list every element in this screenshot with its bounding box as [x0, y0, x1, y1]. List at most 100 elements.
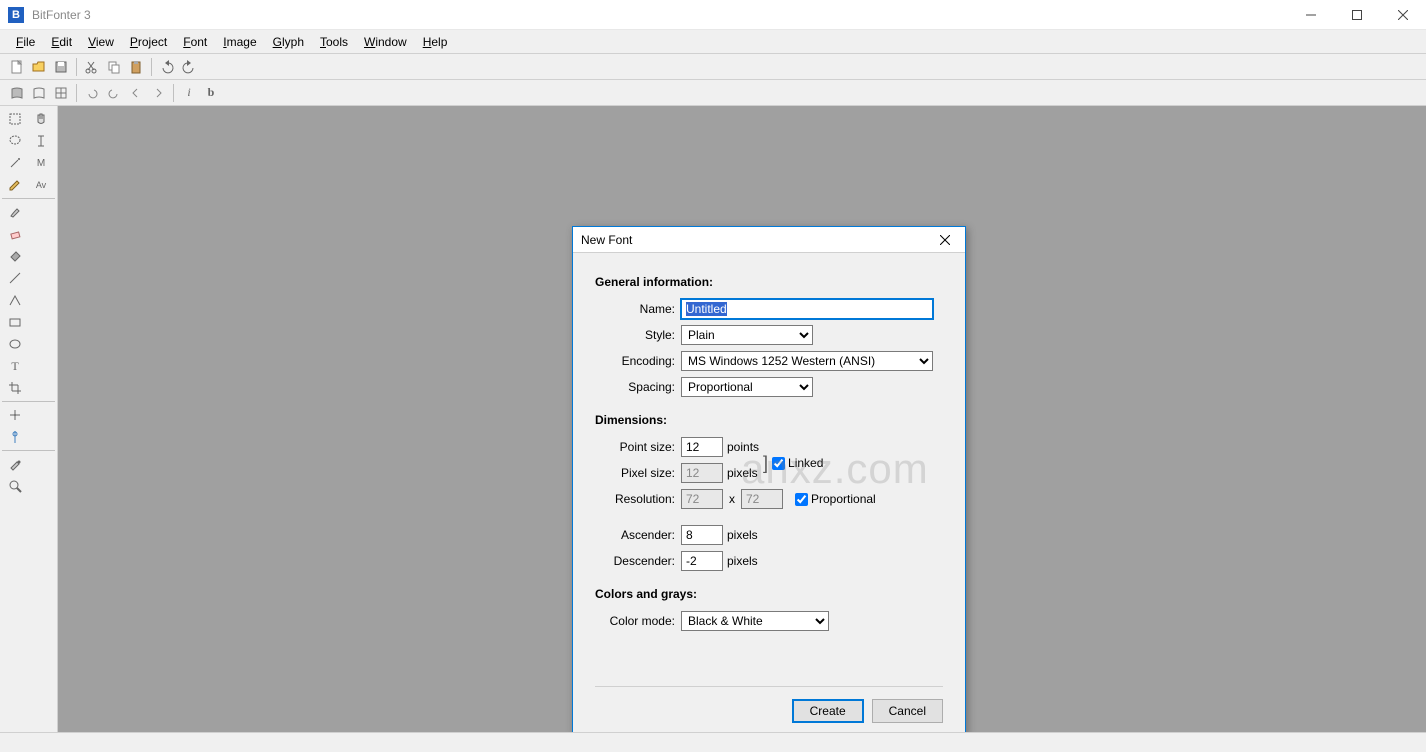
section-general-heading: General information:: [595, 275, 943, 289]
minimize-button[interactable]: [1288, 0, 1334, 30]
point-size-input[interactable]: [681, 437, 723, 457]
marquee-icon[interactable]: [2, 108, 28, 130]
resolution-label: Resolution:: [595, 492, 681, 506]
menu-image[interactable]: Image: [215, 33, 264, 51]
menu-help[interactable]: Help: [415, 33, 456, 51]
menu-edit[interactable]: Edit: [43, 33, 80, 51]
spacer: [28, 289, 54, 311]
pencil-icon[interactable]: [2, 174, 28, 196]
new-file-icon[interactable]: [6, 56, 28, 78]
pixel-size-units: pixels: [727, 466, 758, 480]
book-outline-icon[interactable]: [28, 82, 50, 104]
bracket-icon: ]: [763, 453, 768, 474]
descender-label: Descender:: [595, 554, 681, 568]
dialog-close-button[interactable]: [933, 228, 957, 252]
ascender-label: Ascender:: [595, 528, 681, 542]
resolution-y-input: [741, 489, 783, 509]
encoding-label: Encoding:: [595, 354, 681, 368]
hand-icon[interactable]: [28, 108, 54, 130]
name-input[interactable]: [681, 299, 933, 319]
grid-icon[interactable]: [50, 82, 72, 104]
back-icon[interactable]: [125, 82, 147, 104]
cancel-button[interactable]: Cancel: [872, 699, 943, 723]
style-label: Style:: [595, 328, 681, 342]
line-icon[interactable]: [2, 267, 28, 289]
guide-icon[interactable]: [2, 426, 28, 448]
resolution-x-input: [681, 489, 723, 509]
paste-icon[interactable]: [125, 56, 147, 78]
wand-icon[interactable]: [2, 152, 28, 174]
lasso-icon[interactable]: [2, 130, 28, 152]
dialog-title: New Font: [581, 233, 933, 247]
spacing-select[interactable]: Proportional: [681, 377, 813, 397]
menu-view[interactable]: View: [80, 33, 122, 51]
spacer: [28, 267, 54, 289]
menu-window[interactable]: Window: [356, 33, 415, 51]
style-select[interactable]: Plain: [681, 325, 813, 345]
zoom-icon[interactable]: [2, 475, 28, 497]
fill-icon[interactable]: [2, 245, 28, 267]
statusbar: [0, 732, 1426, 752]
eyedropper-icon[interactable]: [2, 453, 28, 475]
bold-icon[interactable]: b: [200, 82, 222, 104]
redo-small-icon[interactable]: [103, 82, 125, 104]
ellipse-icon[interactable]: [2, 333, 28, 355]
color-mode-select[interactable]: Black & White: [681, 611, 829, 631]
point-size-units: points: [727, 440, 759, 454]
crop-icon[interactable]: [2, 377, 28, 399]
info-icon[interactable]: i: [178, 82, 200, 104]
undo-icon[interactable]: [156, 56, 178, 78]
create-button[interactable]: Create: [792, 699, 864, 723]
open-file-icon[interactable]: [28, 56, 50, 78]
type-icon[interactable]: T: [2, 355, 28, 377]
rect-icon[interactable]: [2, 311, 28, 333]
toolbar-main: [0, 54, 1426, 80]
encoding-select[interactable]: MS Windows 1252 Western (ANSI): [681, 351, 933, 371]
menu-font[interactable]: Font: [175, 33, 215, 51]
section-dimensions-heading: Dimensions:: [595, 413, 943, 427]
eraser-icon[interactable]: [2, 223, 28, 245]
cut-icon[interactable]: [81, 56, 103, 78]
spacer: [28, 245, 54, 267]
ascender-input[interactable]: [681, 525, 723, 545]
pixel-size-label: Pixel size:: [595, 466, 681, 480]
ascender-units: pixels: [727, 528, 758, 542]
section-colors-heading: Colors and grays:: [595, 587, 943, 601]
spacer: [28, 311, 54, 333]
menu-tools[interactable]: Tools: [312, 33, 356, 51]
dialog-titlebar[interactable]: New Font: [573, 227, 965, 253]
descender-input[interactable]: [681, 551, 723, 571]
pixel-size-input: [681, 463, 723, 483]
spacer: [28, 333, 54, 355]
window-controls: [1288, 0, 1426, 30]
tool-separator: [2, 450, 55, 451]
app-icon: B: [8, 7, 24, 23]
resolution-sep: x: [729, 492, 735, 506]
undo-small-icon[interactable]: [81, 82, 103, 104]
menu-project[interactable]: Project: [122, 33, 175, 51]
brush-icon[interactable]: [2, 201, 28, 223]
titlebar: B BitFonter 3: [0, 0, 1426, 30]
redo-icon[interactable]: [178, 56, 200, 78]
book-icon[interactable]: [6, 82, 28, 104]
close-button[interactable]: [1380, 0, 1426, 30]
linked-label: Linked: [788, 456, 823, 470]
maximize-button[interactable]: [1334, 0, 1380, 30]
name-label: Name:: [595, 302, 681, 316]
linked-checkbox[interactable]: [772, 457, 785, 470]
copy-icon[interactable]: [103, 56, 125, 78]
forward-icon[interactable]: [147, 82, 169, 104]
metrics-icon[interactable]: M: [28, 152, 54, 174]
proportional-checkbox[interactable]: [795, 493, 808, 506]
spacer: [28, 201, 54, 223]
text-cursor-icon[interactable]: [28, 130, 54, 152]
shape-icon[interactable]: [2, 289, 28, 311]
menu-glyph[interactable]: Glyph: [265, 33, 312, 51]
menu-file[interactable]: File: [8, 33, 43, 51]
transform-icon[interactable]: [2, 404, 28, 426]
kerning-icon[interactable]: Av: [28, 174, 54, 196]
save-icon[interactable]: [50, 56, 72, 78]
separator: [76, 58, 77, 76]
spacer: [28, 377, 54, 399]
separator: [151, 58, 152, 76]
